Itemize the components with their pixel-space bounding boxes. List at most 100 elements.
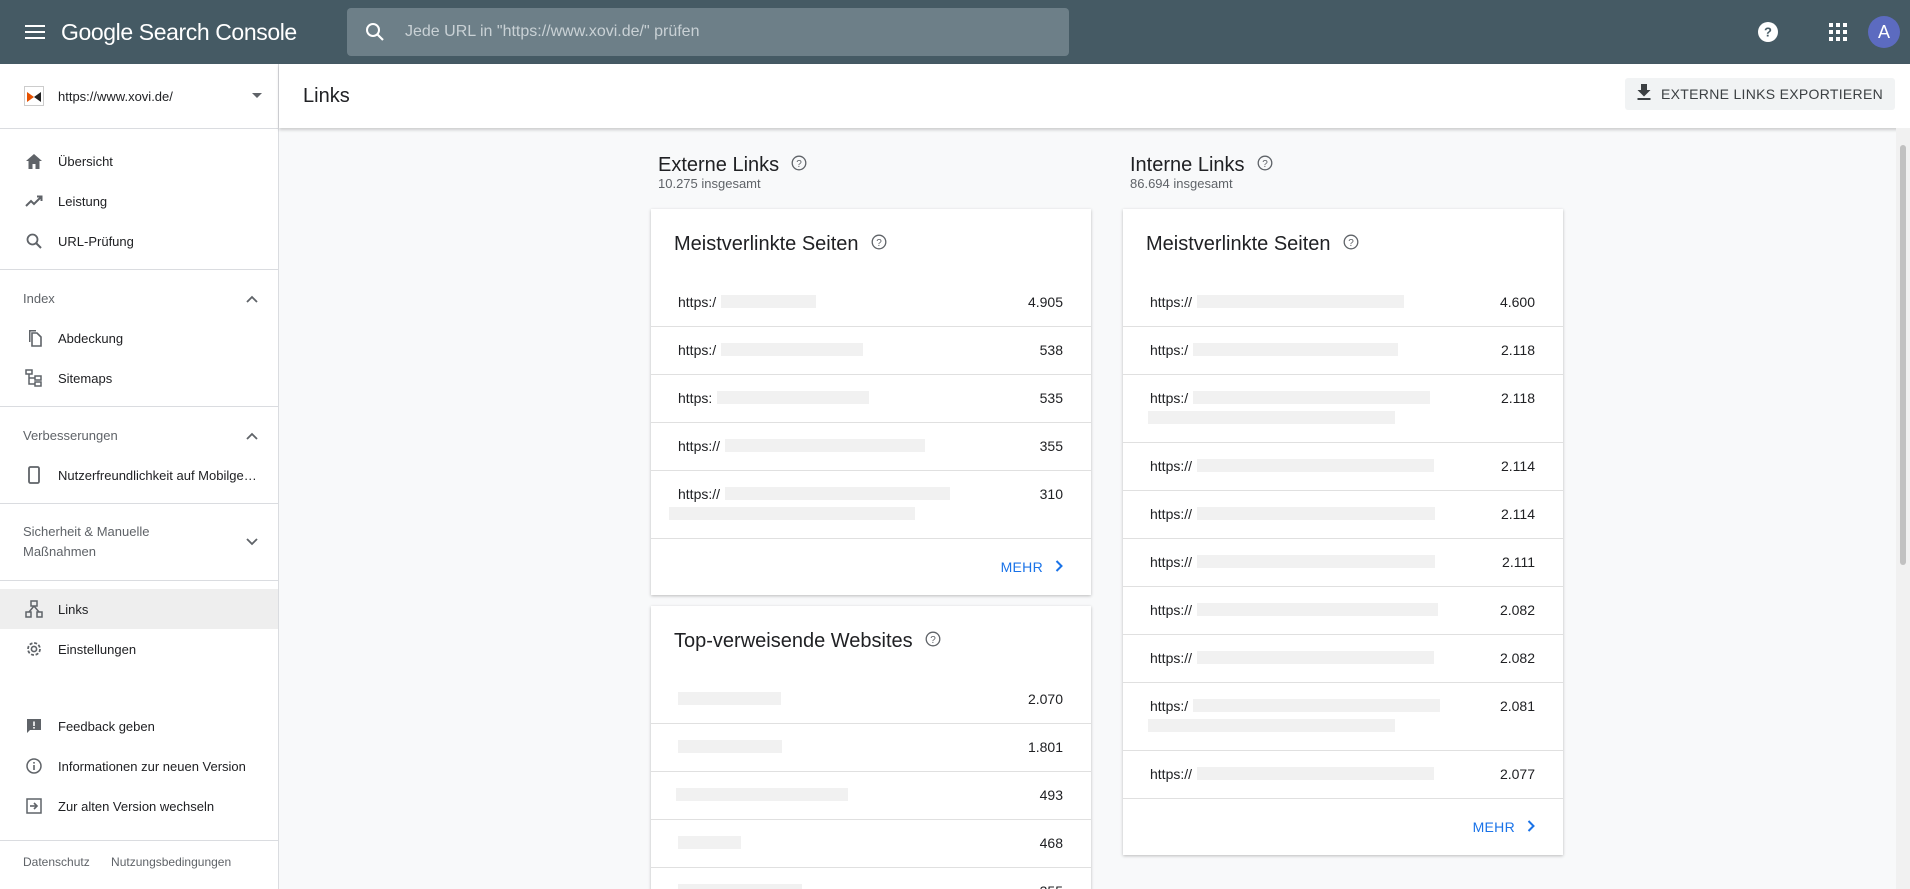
external-links-heading: Externe Links ? [658, 154, 807, 177]
table-row[interactable]: 468 [651, 820, 1091, 868]
help-icon[interactable]: ? [1756, 20, 1780, 44]
sidebar-item-label: Übersicht [58, 153, 113, 169]
row-url[interactable]: https:// [1150, 602, 1192, 618]
help-outline-icon[interactable]: ? [1343, 233, 1359, 256]
row-url[interactable]: https:/ [1150, 342, 1188, 358]
privacy-link[interactable]: Datenschutz [23, 855, 90, 869]
sidebar-item-new-version-info[interactable]: Informationen zur neuen Version [0, 746, 278, 786]
row-url[interactable]: https:// [678, 486, 720, 502]
row-url[interactable]: https:/ [1150, 698, 1188, 714]
row-value: 2.118 [1501, 342, 1535, 358]
table-row[interactable]: https:// 2.082 [1123, 635, 1563, 683]
table-row[interactable]: 1.801 [651, 724, 1091, 772]
card-title-text: Top-verweisende Websites [674, 629, 913, 652]
table-row[interactable]: https:// 4.600 [1123, 279, 1563, 327]
sidebar-item-feedback[interactable]: Feedback geben [0, 706, 278, 746]
row-url[interactable]: https:// [1150, 650, 1192, 666]
help-outline-icon[interactable]: ? [1257, 154, 1273, 177]
redacted-site [678, 740, 782, 753]
table-row[interactable]: https:// 355 [651, 423, 1091, 471]
sidebar-item-performance[interactable]: Leistung [0, 181, 278, 221]
row-url[interactable]: https:// [1150, 554, 1192, 570]
table-row[interactable]: 493 [651, 772, 1091, 820]
property-favicon-icon [24, 86, 44, 106]
redacted-url [1193, 343, 1398, 356]
app-logo[interactable]: Google Search Console [61, 19, 297, 46]
sidebar-item-settings[interactable]: Einstellungen [0, 629, 278, 669]
sidebar-item-overview[interactable]: Übersicht [0, 141, 278, 181]
download-icon [1637, 83, 1651, 105]
section-header-label: Verbesserungen [23, 427, 118, 443]
table-row[interactable]: https:// 310 [651, 471, 1091, 539]
export-external-links-button[interactable]: EXTERNE LINKS EXPORTIEREN [1625, 78, 1895, 110]
search-icon [363, 20, 387, 44]
table-row[interactable]: https:// 2.077 [1123, 751, 1563, 799]
apps-grid-icon[interactable] [1826, 20, 1850, 44]
section-header-enhancements[interactable]: Verbesserungen [0, 415, 278, 455]
property-url: https://www.xovi.de/ [58, 88, 173, 104]
table-row[interactable]: https:/ 4.905 [651, 279, 1091, 327]
row-value: 535 [1039, 390, 1063, 406]
sidebar-item-label: Zur alten Version wechseln [58, 798, 215, 814]
sidebar-item-sitemaps[interactable]: Sitemaps [0, 358, 278, 398]
table-row[interactable]: https:// 2.111 [1123, 539, 1563, 587]
sidebar-item-links[interactable]: Links [0, 589, 278, 629]
feedback-icon [24, 716, 44, 736]
card-title-text: Meistverlinkte Seiten [674, 232, 859, 255]
table-row[interactable]: https:/ 538 [651, 327, 1091, 375]
section-header-index[interactable]: Index [0, 278, 278, 318]
search-input[interactable] [405, 8, 1069, 56]
table-row[interactable]: https:/ 2.118 [1123, 327, 1563, 375]
sidebar-divider [0, 269, 278, 270]
help-outline-icon[interactable]: ? [791, 154, 807, 177]
row-url[interactable]: https:// [678, 438, 720, 454]
more-button[interactable]: MEHR [1001, 559, 1063, 575]
url-inspection-search[interactable] [347, 8, 1069, 56]
sidebar-item-label: Sitemaps [58, 370, 113, 386]
sidebar-item-url-inspection[interactable]: URL-Prüfung [0, 221, 278, 261]
row-value: 2.070 [1027, 691, 1063, 707]
info-icon [24, 756, 44, 776]
table-row[interactable]: 2.070 [651, 676, 1091, 724]
row-url[interactable]: https:// [1150, 294, 1192, 310]
trending-up-icon [24, 191, 44, 211]
table-row[interactable]: 355 [651, 868, 1091, 889]
property-selector[interactable]: https://www.xovi.de/ [0, 64, 278, 129]
svg-text:?: ? [930, 634, 936, 645]
hamburger-menu-icon[interactable] [19, 16, 51, 48]
links-icon [24, 599, 44, 619]
sidebar-divider [0, 406, 278, 407]
redacted-url [721, 295, 816, 308]
table-row[interactable]: https:// 2.082 [1123, 587, 1563, 635]
help-outline-icon[interactable]: ? [925, 630, 941, 653]
row-url[interactable]: https:/ [678, 294, 716, 310]
chevron-up-icon [246, 291, 258, 306]
row-value: 355 [1039, 438, 1063, 454]
section-header-security[interactable]: Sicherheit & Manuelle Maßnahmen [0, 512, 278, 572]
sidebar-item-mobile-usability[interactable]: Nutzerfreundlichkeit auf Mobilgeräten [0, 455, 278, 495]
home-icon [24, 151, 44, 171]
row-url[interactable]: https: [678, 390, 712, 406]
table-row[interactable]: https:/ 2.118 [1123, 375, 1563, 443]
account-avatar[interactable]: A [1868, 16, 1900, 48]
table-row[interactable]: https:// 2.114 [1123, 491, 1563, 539]
page-title: Links [303, 84, 350, 107]
redacted-url [1197, 603, 1438, 616]
row-url[interactable]: https:/ [1150, 390, 1188, 406]
svg-text:?: ? [1262, 159, 1268, 170]
table-row[interactable]: https:/ 2.081 [1123, 683, 1563, 751]
scrollbar-thumb[interactable] [1900, 145, 1906, 565]
row-url[interactable]: https:// [1150, 506, 1192, 522]
row-url[interactable]: https:// [1150, 766, 1192, 782]
help-outline-icon[interactable]: ? [871, 233, 887, 256]
sidebar-item-coverage[interactable]: Abdeckung [0, 318, 278, 358]
vertical-scrollbar[interactable] [1896, 128, 1910, 889]
chevron-up-icon [246, 428, 258, 443]
more-button[interactable]: MEHR [1473, 819, 1535, 835]
row-url[interactable]: https:// [1150, 458, 1192, 474]
sidebar-item-old-version[interactable]: Zur alten Version wechseln [0, 786, 278, 826]
table-row[interactable]: https:// 2.114 [1123, 443, 1563, 491]
terms-link[interactable]: Nutzungsbedingungen [111, 855, 231, 869]
row-url[interactable]: https:/ [678, 342, 716, 358]
table-row[interactable]: https: 535 [651, 375, 1091, 423]
